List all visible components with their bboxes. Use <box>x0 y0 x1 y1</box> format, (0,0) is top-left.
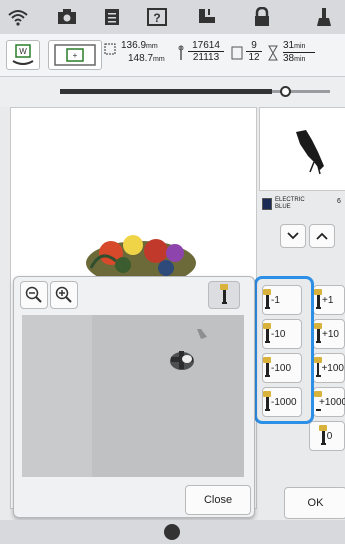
camera-view-image <box>22 315 244 477</box>
needle-plus-100-label: +100 <box>321 362 344 374</box>
zoom-out-icon <box>25 286 42 303</box>
color-total: 12 <box>248 52 260 63</box>
stitch-total: 21113 <box>192 52 220 63</box>
needle-icon <box>219 284 228 304</box>
chevron-up-icon <box>316 232 328 240</box>
machine-status-icon[interactable] <box>164 524 180 540</box>
minus-buttons-highlight <box>254 276 314 424</box>
chevron-down-icon <box>287 232 299 240</box>
stitch-count-icon <box>177 45 185 61</box>
close-button[interactable]: Close <box>185 485 251 515</box>
needle-icon <box>318 425 327 445</box>
needle-plus-10-label: +10 <box>322 328 339 340</box>
needle-plus-1-label: +1 <box>322 294 334 306</box>
wifi-icon[interactable] <box>6 5 30 29</box>
embroidery-foot-icon[interactable] <box>195 5 219 29</box>
presser-foot-icon[interactable] <box>312 5 336 29</box>
document-icon[interactable] <box>100 5 124 29</box>
stitch-current: 17614 <box>188 40 224 52</box>
size-width: 136.9 <box>121 40 147 51</box>
size-height: 148.7 <box>128 53 154 64</box>
needle-zero-button[interactable]: 0 <box>309 421 345 451</box>
progress-slider-row <box>0 77 345 107</box>
bottom-bar <box>0 520 345 544</box>
bird-thumbnail-image <box>296 130 324 175</box>
svg-text:W: W <box>19 47 27 56</box>
needle-icon <box>314 323 322 343</box>
thread-color-swatch <box>262 198 272 210</box>
color-down-button[interactable] <box>280 224 306 248</box>
hoop-size-icon: + <box>54 44 96 66</box>
color-change-icon <box>231 46 243 60</box>
needle-plus-100-button[interactable]: +100 <box>313 353 345 383</box>
needle-plus-1000-button[interactable]: +1000 <box>313 387 345 417</box>
needle-icon <box>314 289 322 309</box>
thread-name-line1: ELECTRIC <box>275 197 305 203</box>
size-unit: mm <box>146 43 158 50</box>
color-part-preview <box>259 107 345 191</box>
color-up-button[interactable] <box>309 224 335 248</box>
size-icon <box>104 42 118 55</box>
camera-view-popup: Close <box>13 276 255 518</box>
progress-handle[interactable] <box>280 86 291 97</box>
time-unit: min <box>294 43 306 50</box>
needle-foot-image <box>170 329 207 370</box>
hourglass-icon <box>268 45 278 61</box>
hoop-icon: W <box>12 44 34 65</box>
thread-name-line2: BLUE <box>275 204 291 210</box>
frame-select-button[interactable]: W <box>6 40 40 70</box>
camera-icon[interactable] <box>55 5 79 29</box>
needle-position-button[interactable] <box>208 281 240 309</box>
zoom-out-button[interactable] <box>20 281 48 309</box>
needle-icon <box>313 357 324 377</box>
top-toolbar: ? <box>0 0 345 34</box>
ok-button[interactable]: OK <box>284 487 345 519</box>
time-total: 38 <box>283 53 295 64</box>
color-current: 9 <box>246 40 262 52</box>
progress-fill <box>60 89 272 94</box>
help-icon[interactable]: ? <box>145 5 169 29</box>
hoop-size-button[interactable]: + <box>48 40 102 70</box>
needle-plus-1-button[interactable]: +1 <box>313 285 345 315</box>
svg-text:?: ? <box>153 11 160 25</box>
needle-plus-1000-label: +1000 <box>319 396 345 408</box>
thread-number: 6 <box>337 198 341 205</box>
embroidery-info-bar: W + 136.9mm 148.7mm 17614 21113 9 12 31m… <box>0 34 345 77</box>
zoom-in-button[interactable] <box>50 281 78 309</box>
needle-plus-10-button[interactable]: +10 <box>313 319 345 349</box>
zoom-in-icon <box>55 286 72 303</box>
time-current: 31 <box>283 40 295 51</box>
size-unit-2: mm <box>153 56 165 63</box>
lock-icon[interactable] <box>250 5 274 29</box>
needle-zero-label: 0 <box>326 430 333 442</box>
svg-text:+: + <box>73 51 78 60</box>
embroidery-design-image <box>86 235 196 283</box>
time-unit-2: min <box>294 56 306 63</box>
